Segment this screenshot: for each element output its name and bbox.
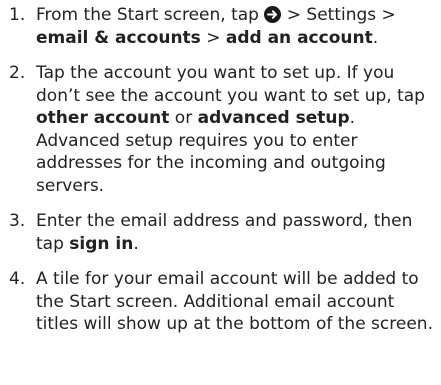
option-sign-in: sign in bbox=[69, 233, 134, 254]
instruction-steps: 1. From the Start screen, tap > Settings… bbox=[0, 0, 441, 336]
step-4: 4. A tile for your email account will be… bbox=[0, 268, 435, 336]
step-text: > Settings > bbox=[281, 5, 396, 25]
step-text: or bbox=[169, 108, 198, 128]
step-3: 3. Enter the email address and password,… bbox=[0, 210, 435, 255]
menu-path-email-accounts: email & accounts bbox=[36, 27, 201, 48]
step-text: From the Start screen, tap bbox=[36, 5, 265, 25]
step-text: . bbox=[372, 27, 379, 48]
step-number: 4. bbox=[9, 269, 26, 289]
step-number: 3. bbox=[9, 211, 26, 231]
menu-path-add-account: add an account bbox=[225, 27, 373, 48]
step-number: 1. bbox=[9, 5, 26, 25]
step-text: A tile for your email account will be ad… bbox=[36, 269, 433, 334]
step-number: 2. bbox=[9, 63, 26, 83]
step-1: 1. From the Start screen, tap > Settings… bbox=[0, 4, 435, 49]
step-text: > bbox=[200, 27, 226, 48]
step-2: 2. Tap the account you want to set up. I… bbox=[0, 62, 435, 197]
option-advanced-setup: advanced setup bbox=[197, 108, 350, 128]
step-text: Tap the account you want to set up. If y… bbox=[36, 63, 425, 106]
option-other-account: other account bbox=[36, 108, 170, 128]
step-text: . bbox=[133, 233, 139, 254]
arrow-right-circle-icon bbox=[264, 6, 282, 23]
